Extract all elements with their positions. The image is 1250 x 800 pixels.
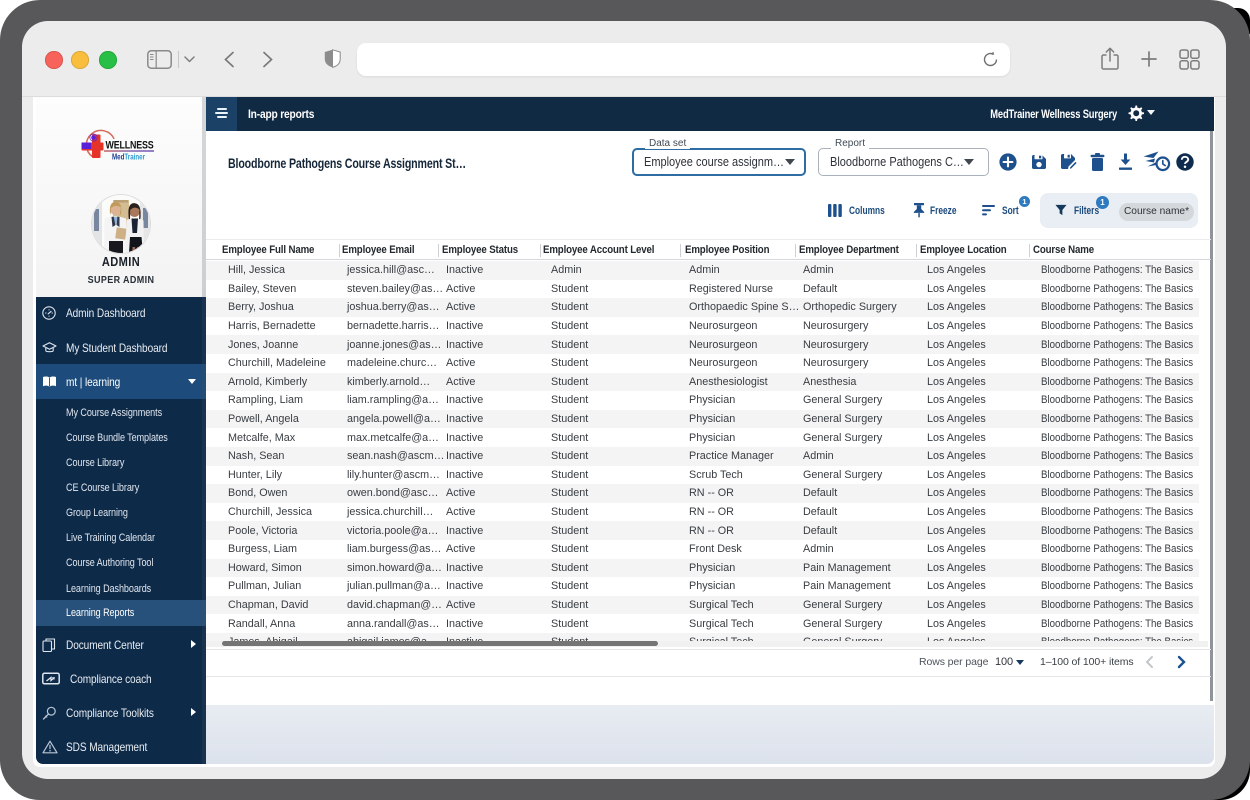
- svg-text:WELLNESS: WELLNESS: [106, 140, 154, 152]
- svg-text:MedTrainer: MedTrainer: [112, 153, 145, 162]
